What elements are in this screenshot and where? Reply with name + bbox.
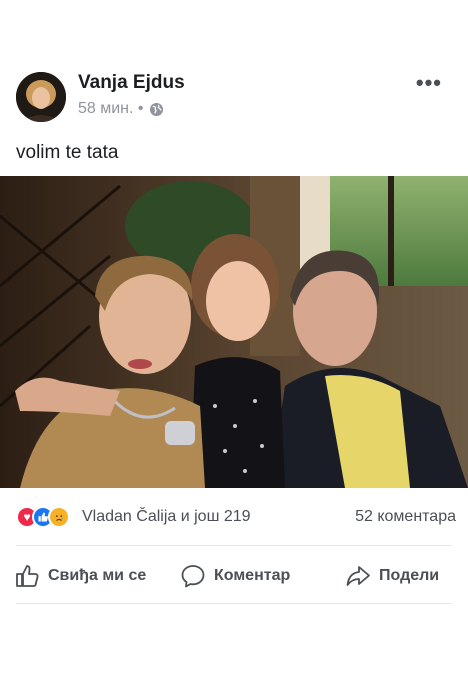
comments-count[interactable]: 52 коментара [355,508,456,526]
thumbs-up-icon [16,565,39,587]
sad-icon [48,506,70,528]
post-meta: 58 мин. • [78,100,164,118]
post-time[interactable]: 58 мин. • [78,100,144,118]
globe-icon [149,102,164,117]
author-name[interactable]: Vanja Ejdus [78,72,185,94]
share-arrow-icon [346,566,370,586]
like-button[interactable]: Свиђа ми се [14,556,146,596]
divider [16,603,452,604]
more-options-icon[interactable]: ••• [416,70,442,96]
comment-label: Коментар [214,567,291,584]
share-label: Подели [379,567,440,584]
like-label: Свиђа ми се [48,567,147,584]
share-button[interactable]: Подели [345,556,439,596]
action-bar: Свиђа ми се Коментар Подели [0,556,468,596]
reactions-summary[interactable]: ♥ Vladan Čalija и још 219 52 коментара [16,505,456,531]
post-caption: volim te tata [16,142,119,163]
divider [16,545,452,546]
reactors-text[interactable]: Vladan Čalija и још 219 [82,508,251,526]
comment-icon [181,565,205,588]
post-header: Vanja Ejdus 58 мин. • ••• [16,70,456,124]
avatar[interactable] [16,72,66,122]
reaction-icons: ♥ [16,506,70,528]
comment-button[interactable]: Коментар [180,556,290,596]
post-photo[interactable] [0,176,468,488]
